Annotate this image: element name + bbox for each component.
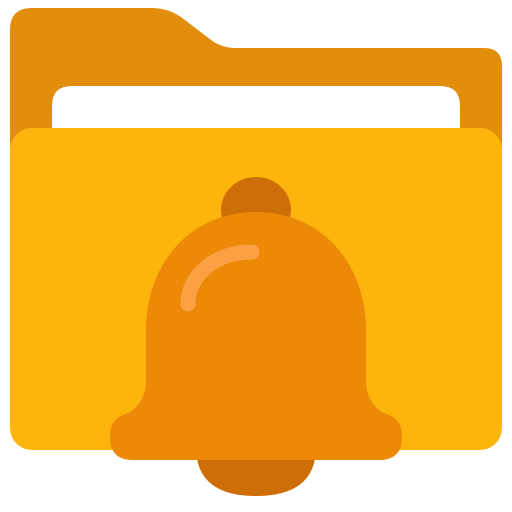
icon-canvas — [0, 0, 512, 512]
folder-notification-icon — [10, 8, 502, 496]
